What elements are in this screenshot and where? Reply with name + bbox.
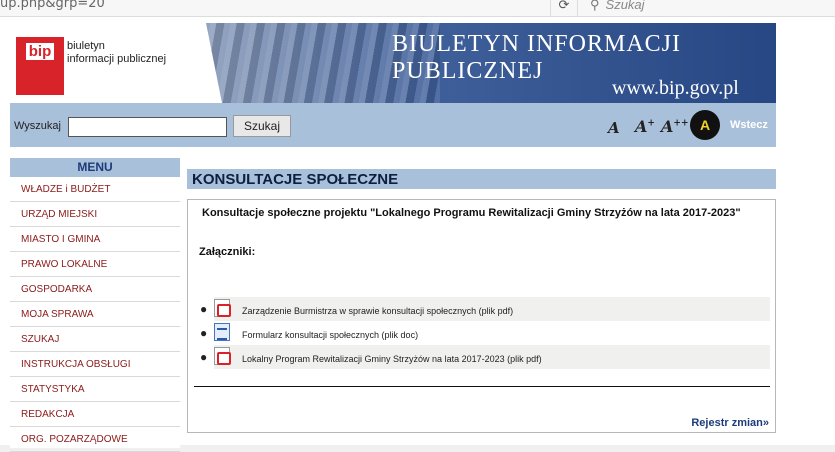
attachment-item[interactable]: ● Formularz konsultacji społecznych (pli…	[200, 321, 770, 345]
search-input[interactable]	[68, 117, 227, 137]
attachment-link[interactable]: Zarządzenie Burmistrza w sprawie konsult…	[242, 306, 513, 316]
high-contrast-button[interactable]: A	[690, 110, 720, 140]
font-size-larger-sup: +	[647, 118, 655, 129]
browser-toolbar: up.php&grp=20 ⟳ ⚲ Szukaj	[0, 0, 835, 17]
bip-logo-badge: bip	[16, 37, 64, 95]
reload-icon[interactable]: ⟳	[550, 0, 578, 17]
attachment-link[interactable]: Formularz konsultacji społecznych (plik …	[242, 330, 418, 340]
sidebar-item-instrukcja[interactable]: INSTRUKCJA OBSŁUGI	[10, 352, 180, 377]
logo-line-1: biuletyn	[67, 40, 105, 52]
menu-header: MENU	[10, 158, 180, 177]
banner-title-line-1: BIULETYN INFORMACJI	[392, 31, 681, 57]
bullet: ●	[200, 350, 208, 364]
sidebar-item-org-pozarzadowe[interactable]: ORG. POZARZĄDOWE	[10, 427, 180, 452]
font-size-normal-label: A	[608, 119, 620, 137]
pdf-file-icon	[214, 347, 231, 365]
sidebar-item-prawo-lokalne[interactable]: PRAWO LOKALNE	[10, 252, 180, 277]
sidebar-item-miasto-gmina[interactable]: MIASTO I GMINA	[10, 227, 180, 252]
sidebar-item-statystyka[interactable]: STATYSTYKA	[10, 377, 180, 402]
sidebar-item-moja-sprawa[interactable]: MOJA SPRAWA	[10, 302, 180, 327]
search-bar: Wyszukaj Szukaj A A+ A++ A Wstecz	[10, 103, 776, 147]
change-registry-link[interactable]: Rejestr zmian»	[691, 417, 769, 429]
search-button[interactable]: Szukaj	[233, 115, 291, 137]
font-size-largest-label: A	[661, 117, 674, 136]
sidebar-menu: MENU WŁADZE i BUDŻET URZĄD MIEJSKI MIAST…	[10, 158, 180, 452]
font-size-normal-button[interactable]: A	[608, 119, 620, 137]
doc-file-icon	[214, 323, 230, 341]
attachment-item[interactable]: ● Lokalny Program Rewitalizacji Gminy St…	[200, 345, 770, 369]
bip-logo-text: biuletyn informacji publicznej	[67, 40, 166, 66]
sidebar-item-szukaj[interactable]: SZUKAJ	[10, 327, 180, 352]
search-icon: ⚲	[590, 0, 600, 12]
consultation-subject: Konsultacje społeczne projektu "Lokalneg…	[202, 207, 741, 219]
search-label: Wyszukaj	[14, 120, 61, 132]
banner-site-url[interactable]: www.bip.gov.pl	[612, 77, 739, 100]
address-bar[interactable]: up.php&grp=20	[0, 0, 105, 11]
content-panel: Konsultacje społeczne projektu "Lokalneg…	[187, 199, 776, 433]
bip-logo-badge-text: bip	[25, 43, 55, 60]
attachments-label: Załączniki:	[199, 246, 256, 258]
logo-line-2: informacji publicznej	[67, 53, 167, 65]
sidebar-item-gospodarka[interactable]: GOSPODARKA	[10, 277, 180, 302]
bullet: ●	[200, 326, 208, 340]
sidebar-item-urzad-miejski[interactable]: URZĄD MIEJSKI	[10, 202, 180, 227]
browser-search-placeholder: Szukaj	[605, 0, 645, 12]
sidebar-item-wladze-budzet[interactable]: WŁADZE i BUDŻET	[10, 177, 180, 202]
browser-search-field[interactable]: ⚲ Szukaj	[590, 0, 835, 17]
pdf-file-icon	[214, 299, 231, 317]
bullet: ●	[200, 302, 208, 316]
attachment-link[interactable]: Lokalny Program Rewitalizacji Gminy Strz…	[242, 354, 542, 364]
attachment-item[interactable]: ● Zarządzenie Burmistrza w sprawie konsu…	[200, 297, 770, 321]
back-link[interactable]: Wstecz	[730, 119, 768, 131]
font-size-larger-button[interactable]: A+	[635, 117, 655, 136]
header-banner: bip biuletyn informacji publicznej BIULE…	[10, 23, 776, 103]
font-size-largest-sup: ++	[673, 118, 689, 129]
font-size-largest-button[interactable]: A++	[661, 117, 689, 136]
sidebar-item-redakcja[interactable]: REDAKCJA	[10, 402, 180, 427]
bip-logo[interactable]: bip biuletyn informacji publicznej	[10, 23, 222, 103]
divider	[194, 386, 770, 387]
page: bip biuletyn informacji publicznej BIULE…	[0, 17, 835, 452]
font-size-larger-label: A	[635, 117, 648, 136]
page-title: KONSULTACJE SPOŁECZNE	[187, 169, 776, 189]
